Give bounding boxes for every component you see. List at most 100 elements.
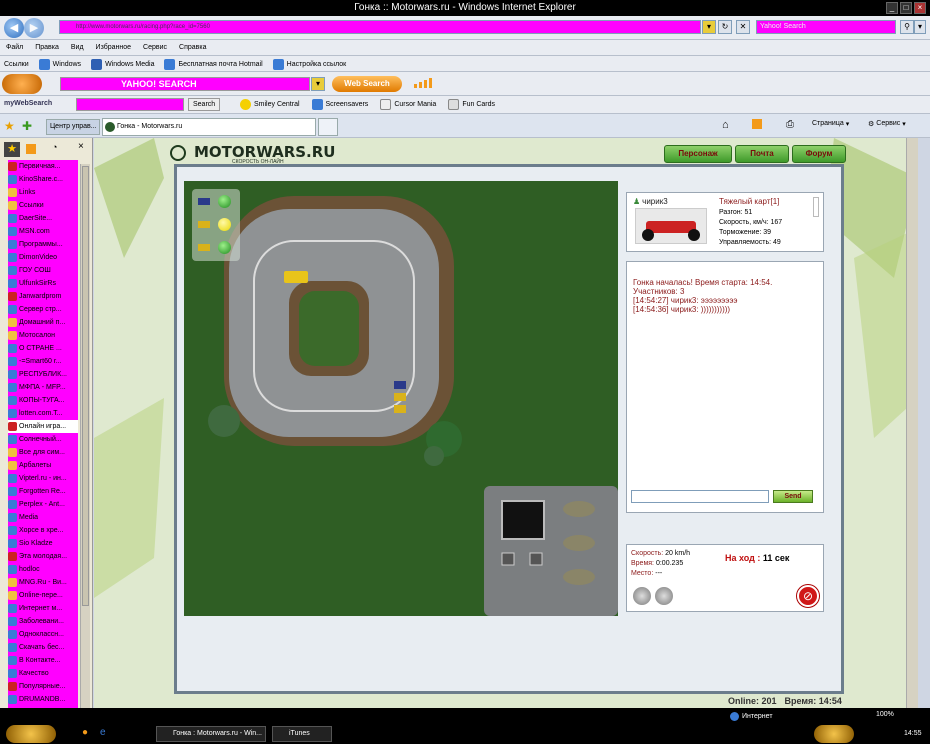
ie-icon[interactable]: e: [100, 727, 106, 738]
favorite-item[interactable]: lotten.com.T...: [8, 407, 78, 420]
cursor-mania-link[interactable]: Cursor Mania: [380, 99, 436, 110]
favorite-item[interactable]: Media: [8, 511, 78, 524]
favorites-star-icon[interactable]: ★: [4, 142, 20, 157]
favorite-item[interactable]: Links: [8, 186, 78, 199]
favorite-item[interactable]: Janwardprom: [8, 290, 78, 303]
yahoo-search-input[interactable]: YAHOO! SEARCH: [60, 77, 310, 91]
favorite-item[interactable]: КОПЫ-ТУГА...: [8, 394, 78, 407]
taskbar-item-itunes[interactable]: iTunes: [272, 726, 332, 742]
nav-mail-button[interactable]: Почта: [735, 145, 789, 163]
race-track-canvas[interactable]: [184, 181, 618, 616]
menu-favorites[interactable]: Избранное: [96, 44, 131, 51]
favorite-item[interactable]: Одноклассн...: [8, 628, 78, 641]
close-sidebar-icon[interactable]: ×: [78, 141, 84, 152]
chat-input[interactable]: [631, 490, 769, 503]
favorite-item[interactable]: MNG.Ru - Ви...: [8, 576, 78, 589]
menu-file[interactable]: Файл: [6, 44, 23, 51]
favorite-item[interactable]: Онлайн игра...: [8, 420, 78, 433]
favorites-star-icon[interactable]: ★: [4, 120, 15, 132]
favorite-item[interactable]: UlfunkSirRs: [8, 277, 78, 290]
taskbar-item-ie[interactable]: Гонка : Motorwars.ru - Win...: [156, 726, 266, 742]
favorite-item[interactable]: Программы...: [8, 238, 78, 251]
favorite-item[interactable]: Популярные...: [8, 680, 78, 693]
favorite-item[interactable]: Vipterl.ru - ин...: [8, 472, 78, 485]
favorite-item[interactable]: Интернет м...: [8, 602, 78, 615]
menu-view[interactable]: Вид: [71, 44, 84, 51]
favorite-item[interactable]: Арбалеты: [8, 459, 78, 472]
tab-motorwars[interactable]: Гонка - Motorwars.ru: [102, 118, 316, 136]
favorite-item[interactable]: KinoShare.c...: [8, 173, 78, 186]
favorite-item[interactable]: -=Smart60 r...: [8, 355, 78, 368]
favorite-item[interactable]: Мотосалон: [8, 329, 78, 342]
yahoo-search-dropdown[interactable]: ▾: [311, 77, 325, 91]
mywebsearch-search-button[interactable]: Search: [188, 98, 221, 111]
quit-race-icon[interactable]: ⊘: [797, 585, 819, 607]
address-dropdown-button[interactable]: ▾: [702, 20, 716, 34]
favorite-item[interactable]: ГОУ СОШ: [8, 264, 78, 277]
scrollbar-thumb[interactable]: [82, 166, 89, 606]
menu-tools[interactable]: Сервис: [143, 44, 167, 51]
feeds-icon[interactable]: [26, 144, 36, 154]
favorite-item[interactable]: DimonVideo: [8, 251, 78, 264]
favorite-item[interactable]: MSN.com: [8, 225, 78, 238]
nav-character-button[interactable]: Персонаж: [664, 145, 732, 163]
history-icon[interactable]: ◔: [52, 142, 57, 152]
home-icon[interactable]: ⌂: [722, 119, 729, 131]
print-icon[interactable]: ⎙: [786, 119, 794, 131]
add-favorite-icon[interactable]: ✚: [22, 120, 32, 132]
favorite-item[interactable]: Солнечный...: [8, 433, 78, 446]
brake-button-icon[interactable]: [655, 587, 673, 605]
yahoo-logo-icon[interactable]: [2, 74, 42, 94]
favorite-item[interactable]: Хорсе в хре...: [8, 524, 78, 537]
start-button[interactable]: [6, 725, 56, 743]
link-windows-media[interactable]: Windows Media: [91, 59, 154, 70]
favorite-item[interactable]: Домашний п...: [8, 316, 78, 329]
web-search-button[interactable]: Web Search: [332, 76, 402, 92]
favorite-item[interactable]: Качество: [8, 667, 78, 680]
favorite-item[interactable]: Forgotten Re...: [8, 485, 78, 498]
boost-button-icon[interactable]: [633, 587, 651, 605]
refresh-button[interactable]: ↻: [718, 20, 732, 34]
favorite-item[interactable]: Perplex - Ant...: [8, 498, 78, 511]
favorite-item[interactable]: Скачать бес...: [8, 641, 78, 654]
favorite-item[interactable]: Online-пере...: [8, 589, 78, 602]
favorite-item[interactable]: РЕСПУБЛИК...: [8, 368, 78, 381]
player-scrollbar[interactable]: [813, 197, 819, 217]
menu-edit[interactable]: Правка: [35, 44, 59, 51]
sidebar-scrollbar[interactable]: [80, 164, 90, 714]
link-windows[interactable]: Windows: [38, 59, 81, 70]
mywebsearch-input[interactable]: [76, 98, 184, 111]
favorite-item[interactable]: Эта молодая...: [8, 550, 78, 563]
zoom-level[interactable]: 100%: [876, 711, 894, 718]
smiley-central-link[interactable]: Smiley Central: [240, 99, 300, 110]
firefox-icon[interactable]: ●: [82, 727, 88, 738]
favorite-item[interactable]: Sio Kladze: [8, 537, 78, 550]
favorite-item[interactable]: О СТРАНЕ ...: [8, 342, 78, 355]
page-menu[interactable]: Страница ▾: [812, 120, 849, 128]
favorite-item[interactable]: Сервер стр...: [8, 303, 78, 316]
close-window-button[interactable]: ×: [914, 2, 926, 14]
favorite-item[interactable]: DRUMANDB...: [8, 693, 78, 706]
chat-send-button[interactable]: Send: [773, 490, 813, 503]
player-name[interactable]: чирик3: [642, 197, 668, 206]
search-input[interactable]: Yahoo! Search: [756, 20, 896, 34]
menu-help[interactable]: Справка: [179, 44, 206, 51]
search-go-button[interactable]: ⚲: [900, 20, 914, 34]
favorite-item[interactable]: hodloc: [8, 563, 78, 576]
favorite-item[interactable]: Все для сим...: [8, 446, 78, 459]
favorite-item[interactable]: МФПА - MFP...: [8, 381, 78, 394]
feeds-icon[interactable]: [752, 119, 762, 129]
minimize-button[interactable]: _: [886, 2, 898, 14]
page-scrollbar[interactable]: [906, 138, 918, 708]
favorite-item[interactable]: DaerSite...: [8, 212, 78, 225]
link-hotmail[interactable]: Бесплатная почта Hotmail: [164, 59, 263, 70]
address-input[interactable]: http://www.motorwars.ru/racing.php?race_…: [59, 20, 701, 34]
tab-control-center[interactable]: Центр управ...: [46, 119, 100, 135]
forward-button[interactable]: ▶: [24, 18, 44, 38]
link-customize[interactable]: Настройка ссылок: [272, 59, 346, 70]
nav-forum-button[interactable]: Форум: [792, 145, 846, 163]
back-button[interactable]: ◀: [4, 18, 24, 38]
new-tab-button[interactable]: [318, 118, 338, 136]
search-options-button[interactable]: ▾: [914, 20, 926, 34]
tools-menu[interactable]: ⚙ Сервис ▾: [868, 120, 906, 128]
